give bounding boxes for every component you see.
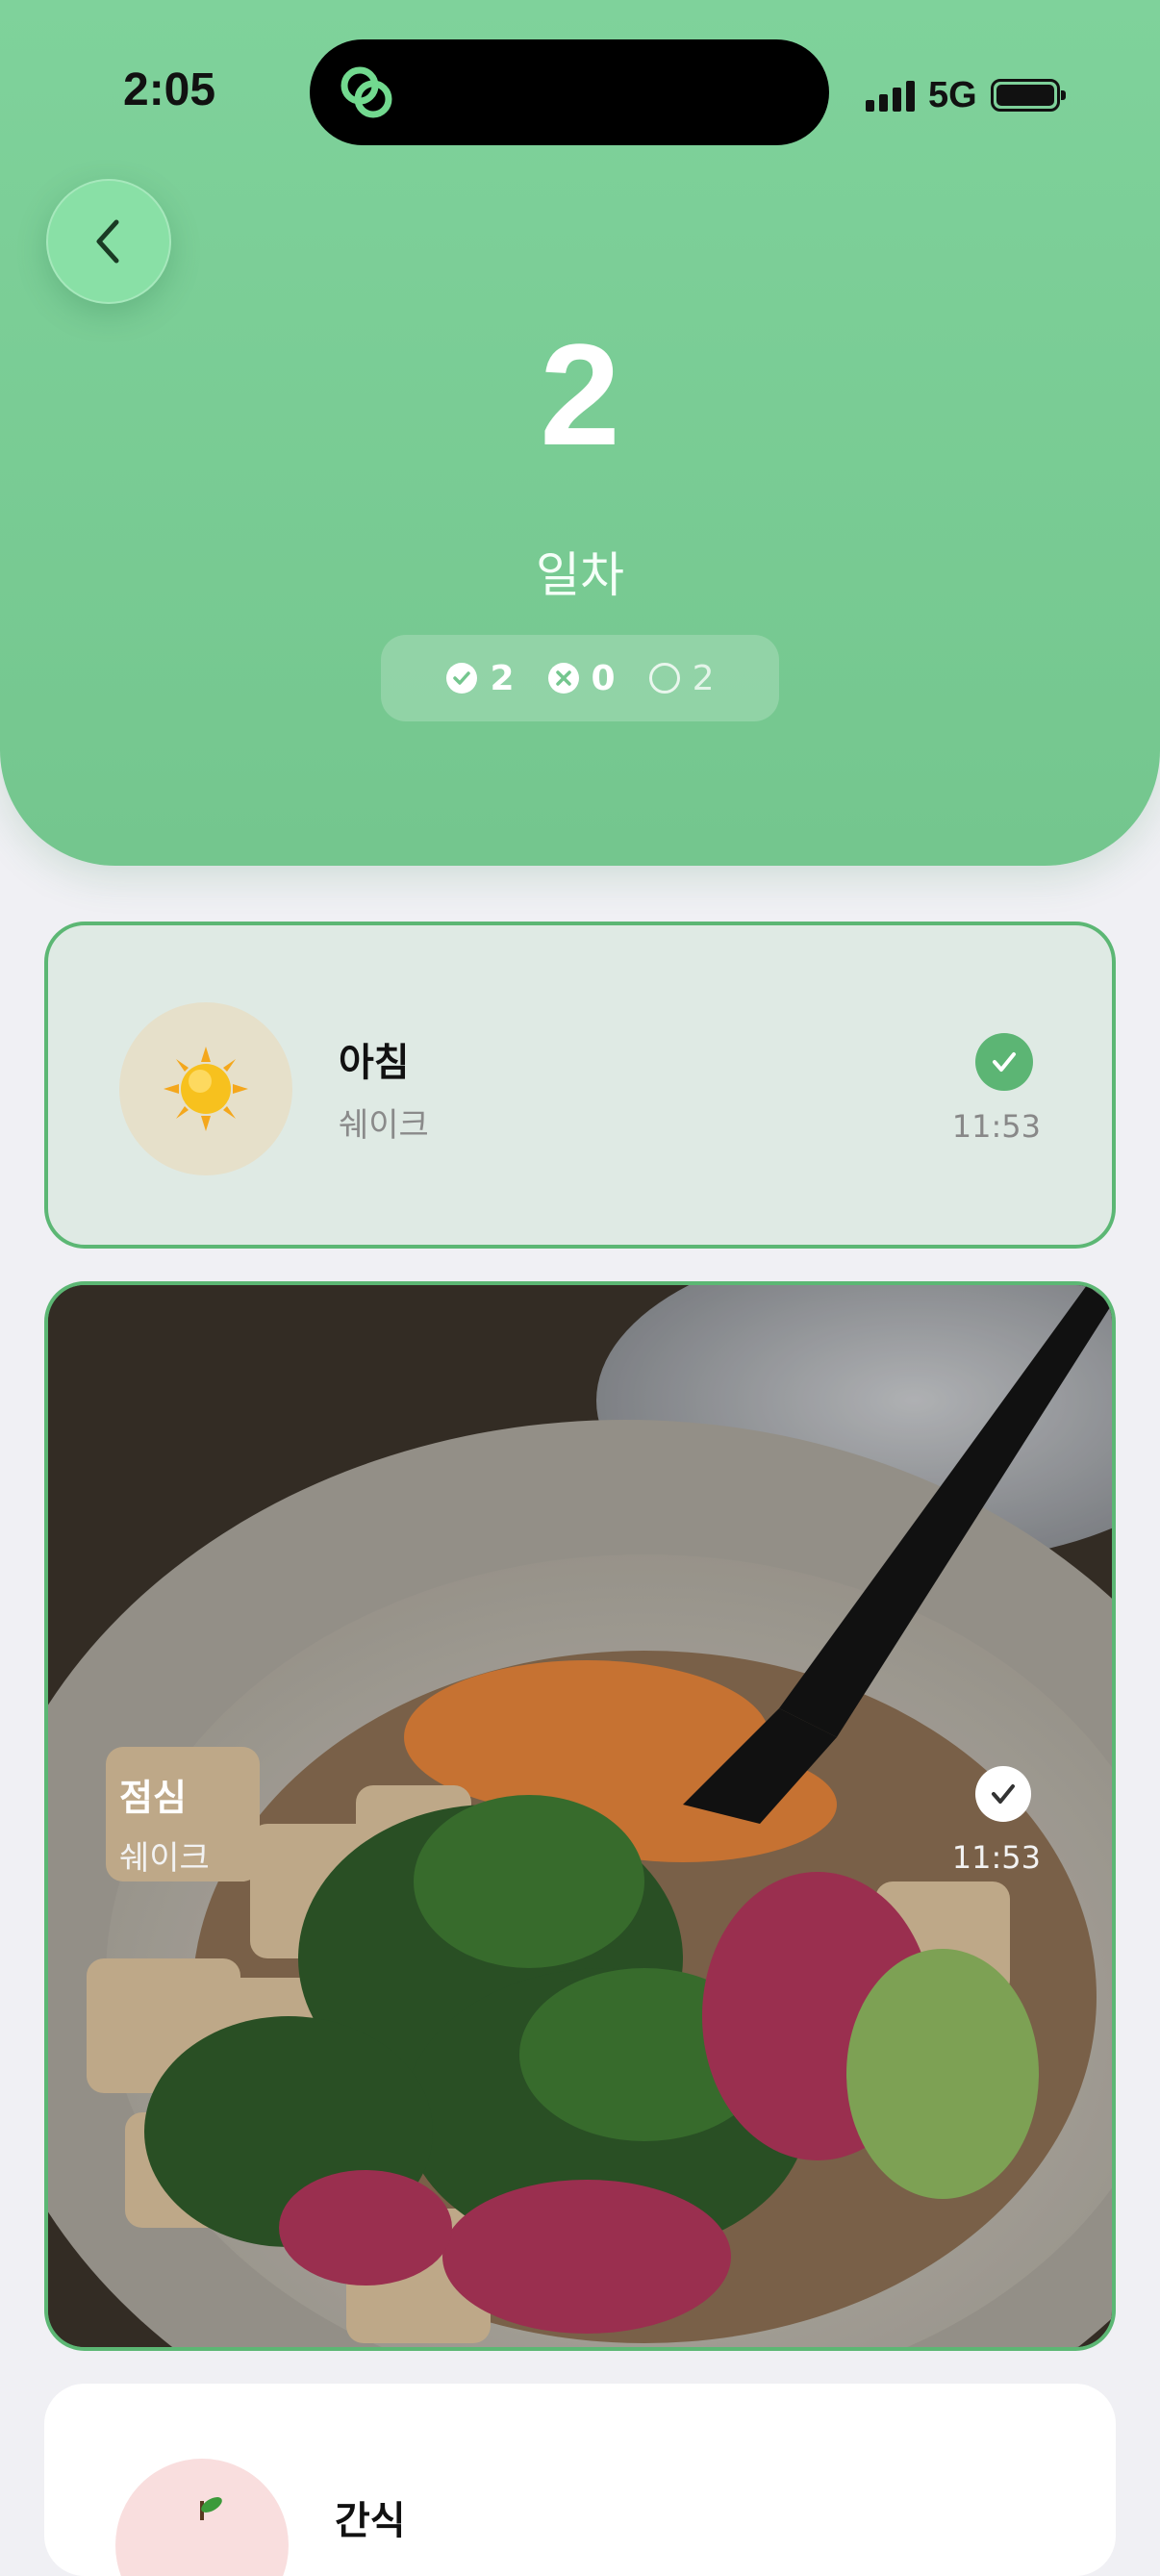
sun-icon [164,1047,248,1131]
link-rings-icon [340,66,392,118]
completed-count: 2 [490,658,515,698]
meal-title: 점심 [119,1777,187,1819]
skipped-count: 0 [591,658,616,698]
meal-subtitle: 쉐이크 [119,1839,210,1878]
chevron-left-icon [96,219,119,264]
battery-icon [990,79,1066,112]
completed-check-icon [975,1033,1033,1091]
back-button[interactable] [46,179,171,304]
meal-photo [48,1285,1112,2347]
day-label: 일차 [536,547,624,603]
meal-card-lunch[interactable]: 점심 쉐이크 11:53 [44,1281,1116,2351]
meal-title: 아침 [339,1041,410,1085]
empty-circle-icon [648,663,680,694]
status-icons: 5G [866,71,1066,119]
dynamic-island [310,39,829,145]
day-header: 2:05 5G 2 일차 2 0 2 [0,0,1160,866]
stats-pill: 2 0 2 [381,635,779,721]
completed-check-icon [975,1766,1031,1822]
checkmark-icon [992,1784,1015,1804]
meal-title: 간식 [335,2499,406,2543]
stat-completed: 2 [445,658,515,698]
meal-icon [115,2459,289,2576]
meal-subtitle: 쉐이크 [339,1106,429,1145]
status-time: 2:05 [123,64,216,115]
meal-icon [119,1002,292,1175]
pending-count: 2 [692,658,715,698]
stat-skipped: 0 [547,659,616,698]
apple-icon [200,2497,222,2520]
x-circle-icon [547,663,579,694]
meal-time: 11:53 [951,1108,1041,1145]
network-label: 5G [928,74,977,115]
meal-time: 11:53 [951,1839,1041,1876]
stat-pending: 2 [648,659,715,698]
signal-icon [866,79,915,112]
check-circle-icon [446,663,478,694]
checkmark-icon [993,1052,1016,1072]
meal-card-snack[interactable]: 간식 [44,2384,1116,2576]
day-number: 2 [540,314,620,475]
meal-card-breakfast[interactable]: 아침 쉐이크 11:53 [44,922,1116,1249]
